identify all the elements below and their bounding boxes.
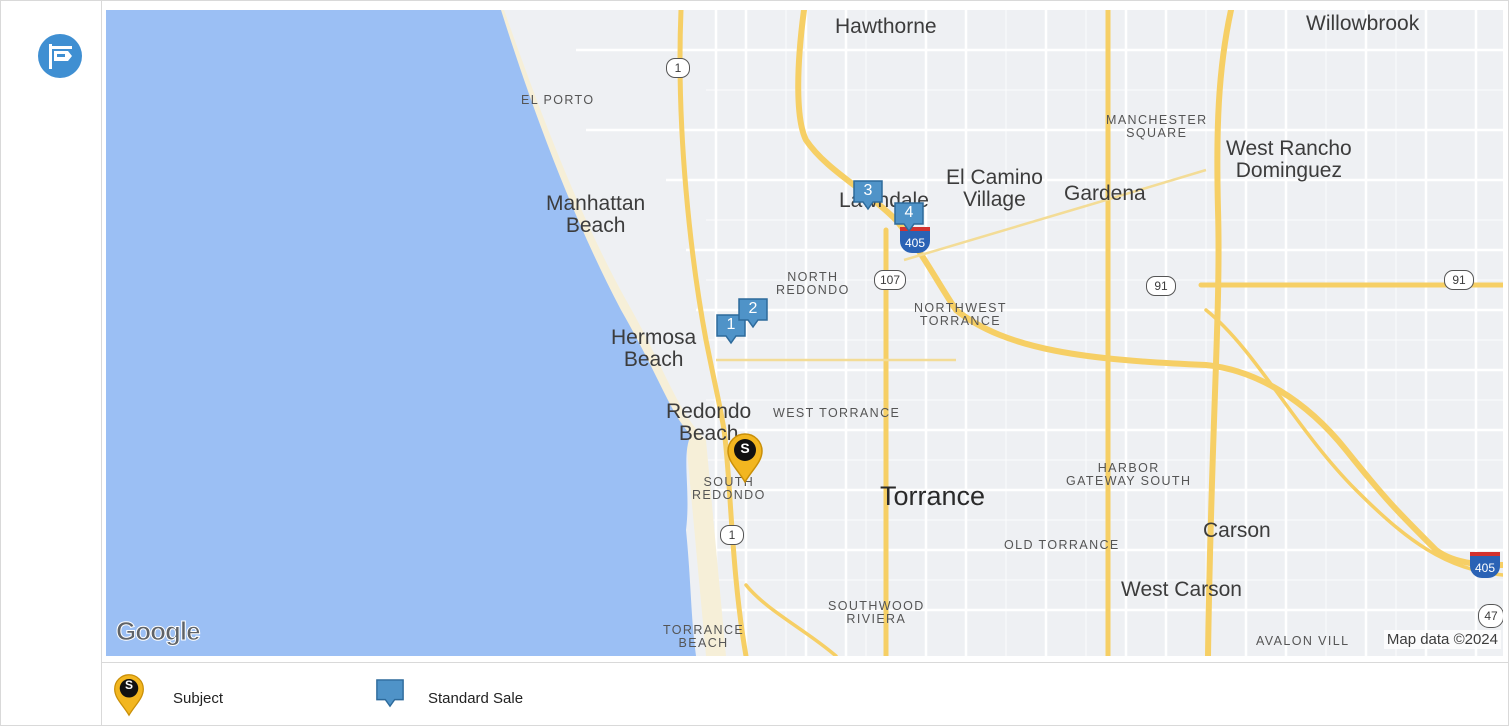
map-data-attribution[interactable]: Map data ©2024 [1383, 630, 1501, 649]
route-91-center-shield: 91 [1146, 276, 1176, 296]
sale-marker-2-number: 2 [748, 300, 758, 317]
route-91-east-shield: 91 [1444, 270, 1474, 290]
map-legend: S Subject Standard Sale [101, 662, 1509, 727]
sale-marker-4[interactable]: 4 [894, 202, 924, 234]
route-1-south-shield: 1 [720, 525, 744, 545]
sale-marker-3[interactable]: 3 [853, 180, 883, 212]
label-torrance: Torrance [880, 481, 986, 511]
label-el-camino-village: El Camino Village [946, 166, 1043, 212]
sale-marker-2[interactable]: 2 [738, 298, 768, 330]
route-47-shield: 47 [1478, 604, 1503, 628]
label-torrance-beach: TORRANCE BEACH [663, 623, 745, 651]
legend-subject-icon-letter: S [124, 678, 133, 692]
label-old-torrance: OLD TORRANCE [1004, 538, 1120, 552]
label-southwood-riviera: SOUTHWOOD RIVIERA [828, 599, 925, 627]
i405-east-shield: 405 [1470, 552, 1500, 578]
label-hermosa-beach: Hermosa Beach [611, 326, 697, 372]
label-avalon-village: AVALON VILL [1256, 634, 1350, 648]
subject-marker-letter: S [740, 440, 750, 456]
label-manchester-square: MANCHESTER SQUARE [1106, 113, 1208, 141]
legend-subject-icon: S [113, 671, 145, 719]
label-west-carson: West Carson [1121, 578, 1242, 601]
sale-marker-3-number: 3 [863, 182, 873, 199]
legend-standard-sale-label: Standard Sale [428, 690, 524, 707]
label-willowbrook: Willowbrook [1306, 12, 1420, 35]
map-base-layer [106, 10, 1503, 656]
legend-subject-label: Subject [173, 690, 224, 707]
property-sign-icon [38, 34, 82, 78]
label-manhattan-beach: Manhattan Beach [546, 192, 646, 238]
label-gardena: Gardena [1064, 182, 1146, 205]
legend-standard-sale-icon [373, 679, 407, 709]
route-1-north-shield: 1 [666, 58, 690, 78]
label-el-porto: EL PORTO [521, 93, 595, 107]
label-north-redondo: NORTH REDONDO [776, 270, 850, 298]
label-harbor-gateway-south: HARBOR GATEWAY SOUTH [1066, 461, 1192, 489]
label-northwest-torrance: NORTHWEST TORRANCE [914, 301, 1007, 329]
map-view[interactable]: 1 1 107 91 91 405 405 47 Hawthorne Willo… [106, 10, 1503, 656]
sidebar-column [0, 0, 102, 726]
label-hawthorne: Hawthorne [835, 15, 937, 38]
label-west-torrance: WEST TORRANCE [773, 406, 901, 420]
label-west-rancho-dominguez: West Rancho Dominguez [1226, 137, 1352, 183]
subject-marker[interactable]: S [726, 432, 764, 484]
google-logo: Google [116, 616, 202, 647]
label-carson: Carson [1203, 519, 1271, 542]
route-107-shield: 107 [874, 270, 906, 290]
sale-marker-4-number: 4 [904, 204, 914, 221]
